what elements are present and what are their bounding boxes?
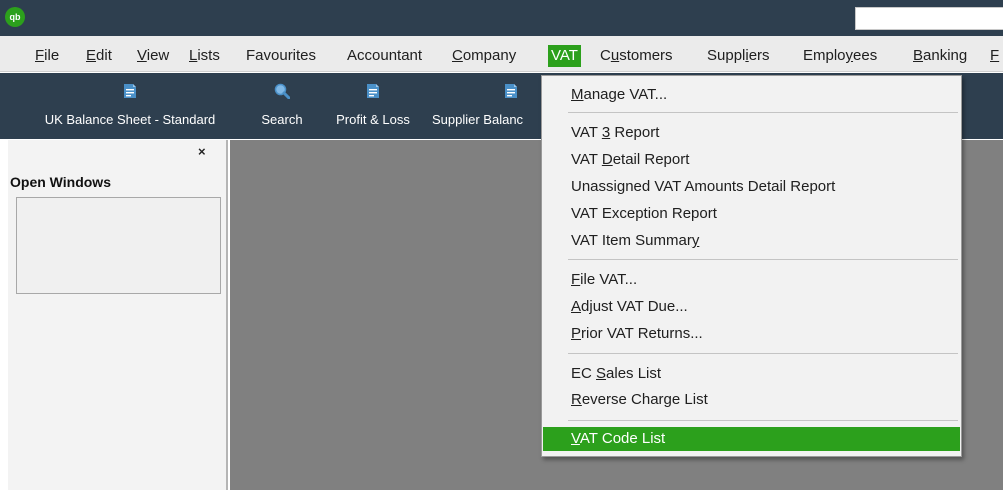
quickbooks-logo-icon[interactable]: qb bbox=[5, 7, 25, 27]
vat-item-summary-pre: VAT Item Summar bbox=[571, 232, 692, 249]
menu-overflow[interactable]: F bbox=[987, 45, 1002, 67]
ec-sales-list-label: ales List bbox=[606, 365, 662, 382]
menu-favourites[interactable]: Favourites bbox=[243, 45, 319, 67]
menu-employees-pre: Emplo bbox=[803, 47, 846, 64]
menu-edit[interactable]: Edit bbox=[83, 45, 115, 67]
vat-item-summary-mnemonic: y bbox=[691, 232, 700, 249]
menu-suppliers-label: ers bbox=[748, 47, 770, 64]
prior-vat-returns-mnemonic: P bbox=[571, 325, 582, 342]
file-vat-mnemonic: F bbox=[571, 271, 581, 288]
toolbar-profit-loss-label: Profit & Loss bbox=[336, 112, 410, 127]
toolbar-search-label: Search bbox=[261, 112, 303, 127]
menu-item-vat-detail-report[interactable]: VAT Detail Report bbox=[543, 148, 960, 172]
menu-separator bbox=[568, 353, 958, 354]
vat-3-report-pre: VAT bbox=[571, 124, 602, 141]
manage-vat-mnemonic: M bbox=[571, 86, 584, 103]
menu-overflow-mnemonic: F bbox=[990, 47, 1000, 64]
menu-company-mnemonic: C bbox=[452, 47, 463, 64]
prior-vat-returns-label: rior VAT Returns... bbox=[581, 325, 703, 342]
vat-code-list-label: AT Code List bbox=[579, 430, 666, 447]
menu-employees-mnemonic: y bbox=[845, 47, 854, 64]
menu-customers-mnemonic: u bbox=[610, 47, 620, 64]
menu-vat[interactable]: VAT bbox=[548, 45, 581, 67]
menu-view-mnemonic: V bbox=[137, 47, 147, 64]
vat-detail-report-pre: VAT bbox=[571, 151, 602, 168]
menu-customers-label: stomers bbox=[619, 47, 673, 64]
menu-separator bbox=[568, 112, 958, 113]
menu-file-mnemonic: F bbox=[35, 47, 45, 64]
menu-item-reverse-charge-list[interactable]: Reverse Charge List bbox=[543, 388, 960, 412]
menu-view-label: iew bbox=[146, 47, 170, 64]
vat-code-list-mnemonic: V bbox=[571, 430, 580, 447]
report-icon bbox=[367, 84, 379, 98]
adjust-vat-due-mnemonic: A bbox=[571, 298, 582, 315]
vat-detail-report-label: etail Report bbox=[612, 151, 690, 168]
menu-edit-label: dit bbox=[96, 47, 112, 64]
toolbar-uk-balance-sheet-label: UK Balance Sheet - Standard bbox=[44, 112, 216, 127]
menu-suppliers[interactable]: Suppliers bbox=[704, 45, 773, 67]
open-windows-panel: × Open Windows bbox=[8, 140, 228, 490]
ec-sales-list-pre: EC bbox=[571, 365, 597, 382]
menu-employees-label: ees bbox=[853, 47, 878, 64]
vat-3-report-label: Report bbox=[610, 124, 660, 141]
close-icon[interactable]: × bbox=[198, 144, 206, 159]
menu-banking-mnemonic: B bbox=[913, 47, 924, 64]
menu-accountant[interactable]: Accountant bbox=[344, 45, 425, 67]
title-bar: qb bbox=[0, 0, 1003, 36]
menu-item-vat-item-summary[interactable]: VAT Item Summary bbox=[543, 229, 960, 253]
vat-dropdown-menu: Manage VAT... VAT 3 Report VAT Detail Re… bbox=[541, 75, 962, 457]
menu-item-vat-3-report[interactable]: VAT 3 Report bbox=[543, 121, 960, 145]
menu-banking-label: anking bbox=[923, 47, 968, 64]
menu-suppliers-pre: Suppl bbox=[707, 47, 746, 64]
menu-employees[interactable]: Employees bbox=[800, 45, 880, 67]
toolbar-search-button[interactable]: Search bbox=[251, 73, 313, 139]
report-icon bbox=[505, 84, 517, 98]
file-vat-label: ile VAT... bbox=[580, 271, 638, 288]
menu-separator bbox=[568, 259, 958, 260]
menu-customers-pre: C bbox=[600, 47, 611, 64]
menu-item-vat-exception-report[interactable]: VAT Exception Report bbox=[543, 202, 960, 226]
menu-company[interactable]: Company bbox=[449, 45, 519, 67]
adjust-vat-due-label: djust VAT Due... bbox=[581, 298, 688, 315]
toolbar-profit-loss-button[interactable]: Profit & Loss bbox=[318, 73, 428, 139]
report-icon bbox=[124, 84, 136, 98]
search-icon bbox=[274, 83, 290, 99]
open-windows-title: Open Windows bbox=[10, 174, 111, 190]
menu-item-vat-code-list[interactable]: VAT Code List bbox=[543, 427, 960, 451]
quickbooks-window: qb File Edit View Lists Favourites Accou… bbox=[0, 0, 1003, 490]
reverse-charge-list-mnemonic: R bbox=[571, 391, 582, 408]
menu-lists-label: ists bbox=[197, 47, 220, 64]
vat-3-report-mnemonic: 3 bbox=[601, 124, 611, 141]
menu-item-prior-vat-returns[interactable]: Prior VAT Returns... bbox=[543, 322, 960, 346]
menu-banking[interactable]: Banking bbox=[910, 45, 970, 67]
toolbar-uk-balance-sheet-button[interactable]: UK Balance Sheet - Standard bbox=[14, 73, 246, 139]
menu-file-label: ile bbox=[44, 47, 60, 64]
menu-company-label: ompany bbox=[462, 47, 517, 64]
menu-customers[interactable]: Customers bbox=[597, 45, 676, 67]
menu-item-ec-sales-list[interactable]: EC Sales List bbox=[543, 362, 960, 386]
menu-edit-mnemonic: E bbox=[86, 47, 97, 64]
menu-view[interactable]: View bbox=[134, 45, 172, 67]
vat-detail-report-mnemonic: D bbox=[601, 151, 613, 168]
reverse-charge-list-label: everse Charge List bbox=[581, 391, 708, 408]
open-windows-list[interactable] bbox=[16, 197, 221, 294]
manage-vat-label: anage VAT... bbox=[583, 86, 668, 103]
menu-item-adjust-vat-due[interactable]: Adjust VAT Due... bbox=[543, 295, 960, 319]
ec-sales-list-mnemonic: S bbox=[596, 365, 607, 382]
menu-item-file-vat[interactable]: File VAT... bbox=[543, 268, 960, 292]
menu-file[interactable]: File bbox=[32, 45, 62, 67]
menu-separator bbox=[568, 420, 958, 421]
menu-lists[interactable]: Lists bbox=[186, 45, 223, 67]
menu-item-unassigned-vat-report[interactable]: Unassigned VAT Amounts Detail Report bbox=[543, 175, 960, 199]
search-input[interactable] bbox=[855, 7, 1003, 30]
menu-item-manage-vat[interactable]: Manage VAT... bbox=[543, 83, 960, 107]
menu-bar: File Edit View Lists Favourites Accounta… bbox=[0, 36, 1003, 72]
